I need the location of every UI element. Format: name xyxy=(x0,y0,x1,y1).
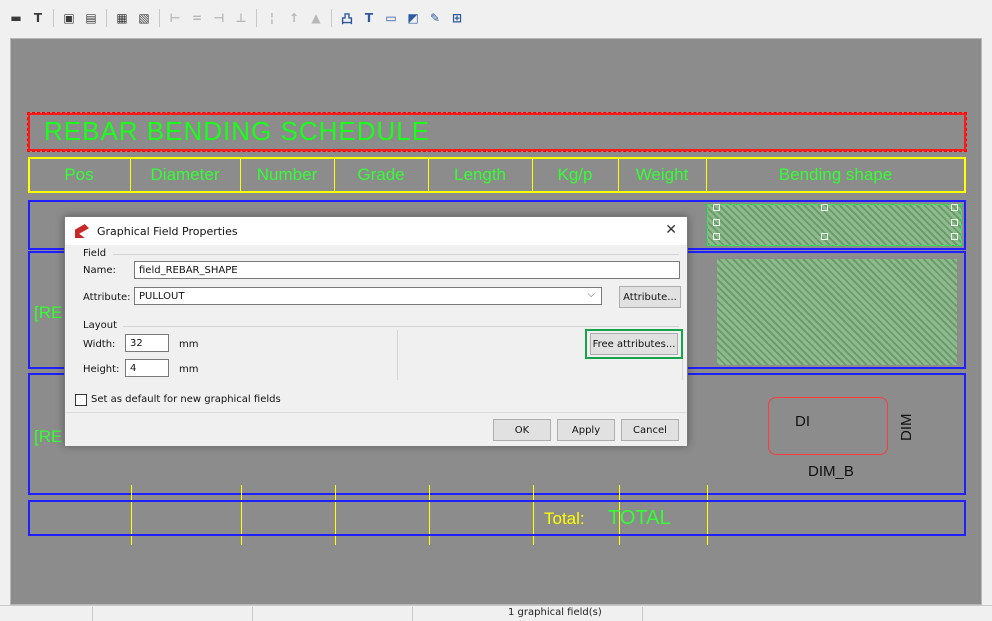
bending-shape-outline[interactable] xyxy=(768,397,888,455)
width-label: Width: xyxy=(83,339,116,350)
attribute-select[interactable]: PULLOUT ⌵ xyxy=(134,287,602,305)
header-kgp: Kg/p xyxy=(557,165,593,184)
insert-graphic-icon[interactable]: ▤ xyxy=(81,8,101,28)
toolbar: ▬ T ▣ ▤ ▦ ▧ ⊢ = ⊣ ⊥ ¦ ↑ ▲ 凸 T ▭ ◩ ✎ ⊞ xyxy=(0,0,992,36)
align-right-icon[interactable]: ⊣ xyxy=(209,8,229,28)
bending-shape-area[interactable] xyxy=(717,259,957,365)
header-diameter: Diameter xyxy=(150,165,220,184)
name-label: Name: xyxy=(83,265,116,276)
status-text: 1 graphical field(s) xyxy=(508,607,602,618)
default-checkbox-label: Set as default for new graphical fields xyxy=(91,394,281,405)
toolbar-separator xyxy=(256,9,257,27)
layout-divider xyxy=(397,330,398,380)
header-length: Length xyxy=(454,165,506,184)
insert-text-icon[interactable]: T xyxy=(28,8,48,28)
apply-button[interactable]: Apply xyxy=(557,419,615,441)
toolbar-separator xyxy=(53,9,54,27)
total-label: Total: xyxy=(544,509,585,528)
dialog-title: Graphical Field Properties xyxy=(97,224,238,238)
total-field[interactable]: TOTAL xyxy=(608,507,671,530)
header-weight: Weight xyxy=(635,165,689,184)
status-bar: 1 graphical field(s) xyxy=(0,605,992,621)
layout-group-label: Layout xyxy=(83,320,117,331)
toolbar-separator xyxy=(159,9,160,27)
align-top-icon[interactable]: ↑ xyxy=(284,8,304,28)
header-row[interactable]: Pos Diameter Number Grade Length Kg/p We… xyxy=(28,157,966,193)
resize-handle[interactable] xyxy=(713,233,720,240)
status-separator xyxy=(642,607,643,621)
app-icon xyxy=(75,224,89,238)
app-window: ▬ T ▣ ▤ ▦ ▧ ⊢ = ⊣ ⊥ ¦ ↑ ▲ 凸 T ▭ ◩ ✎ ⊞ REBAR BENDING SCHEDU… xyxy=(0,0,992,621)
line-tool-icon[interactable]: ✎ xyxy=(425,8,445,28)
height-input[interactable]: 4 xyxy=(125,359,169,377)
attribute-label: Attribute: xyxy=(83,292,131,303)
resize-handle[interactable] xyxy=(713,204,720,211)
cancel-button[interactable]: Cancel xyxy=(621,419,679,441)
header-grade: Grade xyxy=(357,165,405,184)
field-group-label: Field xyxy=(83,248,107,259)
resize-handle[interactable] xyxy=(713,219,720,226)
chevron-down-icon: ⌵ xyxy=(587,289,595,300)
header-pos: Pos xyxy=(64,165,94,184)
pos-field-partial: [RE xyxy=(34,427,63,446)
status-separator xyxy=(412,607,413,621)
toolbar-separator xyxy=(331,9,332,27)
graphical-field-properties-dialog: Graphical Field Properties ✕ Field Name:… xyxy=(64,216,688,446)
pos-field-partial: [RE xyxy=(34,303,63,322)
ok-button[interactable]: OK xyxy=(493,419,551,441)
resize-handle[interactable] xyxy=(951,219,958,226)
insert-picture-icon[interactable]: ▣ xyxy=(59,8,79,28)
bending-shape-field-selected[interactable] xyxy=(707,204,962,246)
height-label: Height: xyxy=(83,364,120,375)
width-input[interactable]: 32 xyxy=(125,334,169,352)
rectangle-tool-icon[interactable]: ▭ xyxy=(381,8,401,28)
shape-dim-vertical-label: DIM xyxy=(898,413,915,442)
name-input[interactable]: field_REBAR_SHAPE xyxy=(134,261,680,279)
total-row[interactable]: Total: TOTAL xyxy=(28,500,966,536)
frame-tool-icon[interactable]: ◩ xyxy=(403,8,423,28)
erase-icon[interactable]: ▧ xyxy=(134,8,154,28)
attribute-button[interactable]: Attribute... xyxy=(619,286,681,308)
shape-dim-bottom-label: DIM_B xyxy=(808,463,854,480)
grid-tool-icon[interactable]: ⊞ xyxy=(447,8,467,28)
insert-field-icon[interactable]: ▬ xyxy=(6,8,26,28)
align-center-icon[interactable]: = xyxy=(187,8,207,28)
group-separator xyxy=(123,326,679,327)
resize-handle[interactable] xyxy=(951,204,958,211)
resize-handle[interactable] xyxy=(821,204,828,211)
width-unit: mm xyxy=(179,339,199,350)
default-checkbox[interactable] xyxy=(75,394,87,406)
resize-handle[interactable] xyxy=(821,233,828,240)
report-title-box[interactable]: REBAR BENDING SCHEDULE xyxy=(27,112,967,152)
status-separator xyxy=(252,607,253,621)
group-separator xyxy=(113,254,679,255)
text-tool-icon[interactable]: T xyxy=(359,8,379,28)
free-attributes-button[interactable]: Free attributes... xyxy=(590,333,678,355)
insert-symbol-icon[interactable]: ▦ xyxy=(112,8,132,28)
distribute-icon[interactable]: ¦ xyxy=(262,8,282,28)
shape-dim-label: DI xyxy=(795,413,810,430)
dialog-titlebar[interactable]: Graphical Field Properties ✕ xyxy=(65,217,687,245)
status-separator xyxy=(92,607,93,621)
attribute-value: PULLOUT xyxy=(139,290,185,302)
dimension-icon[interactable]: 凸 xyxy=(337,8,357,28)
align-left-icon[interactable]: ⊢ xyxy=(165,8,185,28)
toolbar-separator xyxy=(106,9,107,27)
report-title: REBAR BENDING SCHEDULE xyxy=(44,116,431,146)
align-bottom-icon[interactable]: ⊥ xyxy=(231,8,251,28)
align-middle-icon[interactable]: ▲ xyxy=(306,8,326,28)
header-bending-shape: Bending shape xyxy=(778,165,893,184)
resize-handle[interactable] xyxy=(951,233,958,240)
header-number: Number xyxy=(256,165,318,184)
height-unit: mm xyxy=(179,364,199,375)
close-icon[interactable]: ✕ xyxy=(665,222,677,238)
